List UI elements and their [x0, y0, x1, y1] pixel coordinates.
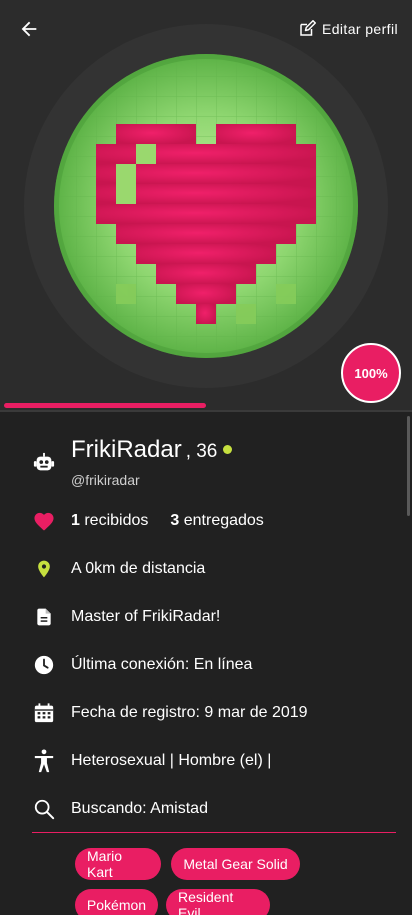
distance-row: A 0km de distancia [32, 555, 392, 583]
tag-chip[interactable]: Resident Evil [166, 889, 270, 915]
match-percentage-badge: 100% [341, 343, 401, 403]
tag-chip[interactable]: Mario Kart [75, 848, 161, 880]
likes-given-count: 3 [170, 512, 180, 529]
profile-name-block: FrikiRadar , 36 @frikiradar [71, 436, 233, 488]
registered-text: Fecha de registro: 9 mar de 2019 [71, 704, 308, 721]
likes-received[interactable]: 1 recibidos [71, 512, 148, 530]
clock-icon [32, 653, 56, 677]
registered-row: Fecha de registro: 9 mar de 2019 [32, 699, 392, 727]
tag-chip[interactable]: Pokémon [75, 889, 158, 915]
edit-profile-label: Editar perfil [321, 21, 398, 37]
robot-icon [32, 451, 56, 475]
orientation-text: Heterosexual | Hombre (el) | [71, 752, 272, 769]
distance-text: A 0km de distancia [71, 560, 206, 577]
likes-received-count: 1 [71, 512, 80, 529]
likes-given[interactable]: 3 entregados [170, 512, 263, 530]
last-seen-row: Última conexión: En línea [32, 651, 392, 679]
avatar-heart-image [54, 54, 358, 358]
heart-icon [32, 509, 56, 533]
document-icon [32, 605, 56, 629]
match-progress-bar [0, 403, 412, 409]
likes-received-label: recibidos [79, 512, 149, 529]
arrow-left-icon [21, 21, 37, 37]
avatar[interactable] [54, 54, 358, 358]
header-divider [0, 410, 412, 412]
online-status-dot [223, 445, 233, 454]
user-age: , 36 [185, 441, 218, 462]
looking-for-text: Buscando: Amistad [71, 800, 208, 817]
match-progress-fill [4, 403, 206, 408]
person-icon [32, 749, 56, 773]
search-icon [32, 797, 56, 821]
tag-chip[interactable]: Metal Gear Solid [171, 848, 300, 880]
likes-row: 1 recibidos 3 entregados [32, 507, 392, 535]
bio-text: Master of FrikiRadar! [71, 608, 221, 625]
likes-given-label: entregados [179, 512, 264, 529]
username: FrikiRadar [71, 436, 182, 463]
user-handle: @frikiradar [71, 472, 140, 488]
tags-divider [32, 832, 396, 833]
orientation-row: Heterosexual | Hombre (el) | [32, 747, 392, 775]
bio-row: Master of FrikiRadar! [32, 603, 392, 631]
profile-header: Editar perfil 100% [0, 0, 412, 412]
back-button[interactable] [14, 14, 44, 44]
edit-square-icon [298, 20, 316, 38]
edit-profile-button[interactable]: Editar perfil [298, 18, 398, 40]
looking-for-row: Buscando: Amistad [32, 795, 392, 823]
calendar-icon [32, 701, 56, 725]
scrollbar[interactable] [407, 416, 410, 516]
location-pin-icon [32, 557, 56, 581]
last-seen-text: Última conexión: En línea [71, 656, 253, 673]
